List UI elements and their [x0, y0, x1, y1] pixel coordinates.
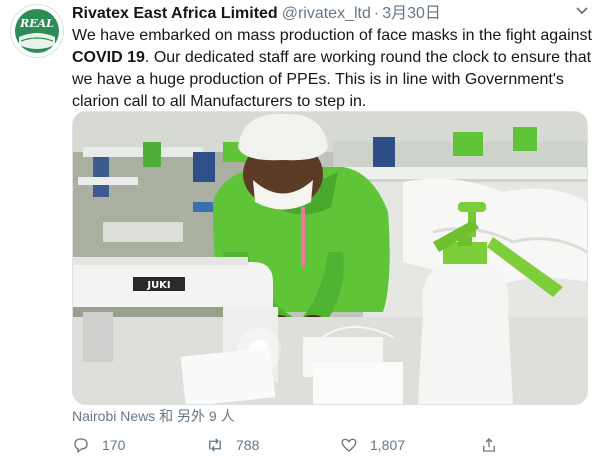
tagged-people[interactable]: Nairobi News 和 另外 9 人	[72, 407, 235, 425]
retweet-button[interactable]: 788	[206, 434, 259, 456]
avatar-text: REAL	[19, 17, 54, 30]
reply-count: 170	[102, 437, 126, 453]
share-icon	[483, 438, 495, 452]
reply-button[interactable]: 170	[72, 434, 125, 456]
tweet-photo[interactable]: JUKI	[72, 111, 588, 405]
user-handle[interactable]: @rivatex_ltd	[282, 5, 371, 22]
tweet: REAL Rivatex East Africa Limited @rivatex…	[0, 0, 600, 456]
tweet-header: Rivatex East Africa Limited @rivatex_ltd ·…	[72, 3, 560, 25]
tweet-text-part2: . Our dedicated staff are working round …	[72, 49, 592, 110]
separator: ·	[373, 5, 380, 22]
tweet-date[interactable]: 3月30日	[382, 5, 441, 22]
tweet-text: We have embarked on mass production of f…	[72, 25, 594, 113]
share-button[interactable]	[480, 434, 510, 456]
display-name[interactable]: Rivatex East Africa Limited	[72, 5, 278, 22]
tweet-text-part1: We have embarked on mass production of f…	[72, 27, 592, 44]
tweet-text-bold: COVID 19	[72, 49, 145, 66]
reply-icon	[74, 438, 88, 454]
avatar[interactable]: REAL	[10, 4, 64, 58]
action-bar: 170 788 1,807	[72, 434, 586, 456]
retweet-count: 788	[236, 437, 260, 453]
like-count: 1,807	[370, 437, 406, 453]
heart-icon	[341, 438, 357, 452]
rivatex-logo-icon: REAL	[12, 6, 62, 56]
machine-brand: JUKI	[146, 280, 170, 291]
chevron-down-icon[interactable]	[574, 6, 590, 18]
retweet-icon	[209, 438, 221, 452]
like-button[interactable]: 1,807	[340, 434, 405, 456]
